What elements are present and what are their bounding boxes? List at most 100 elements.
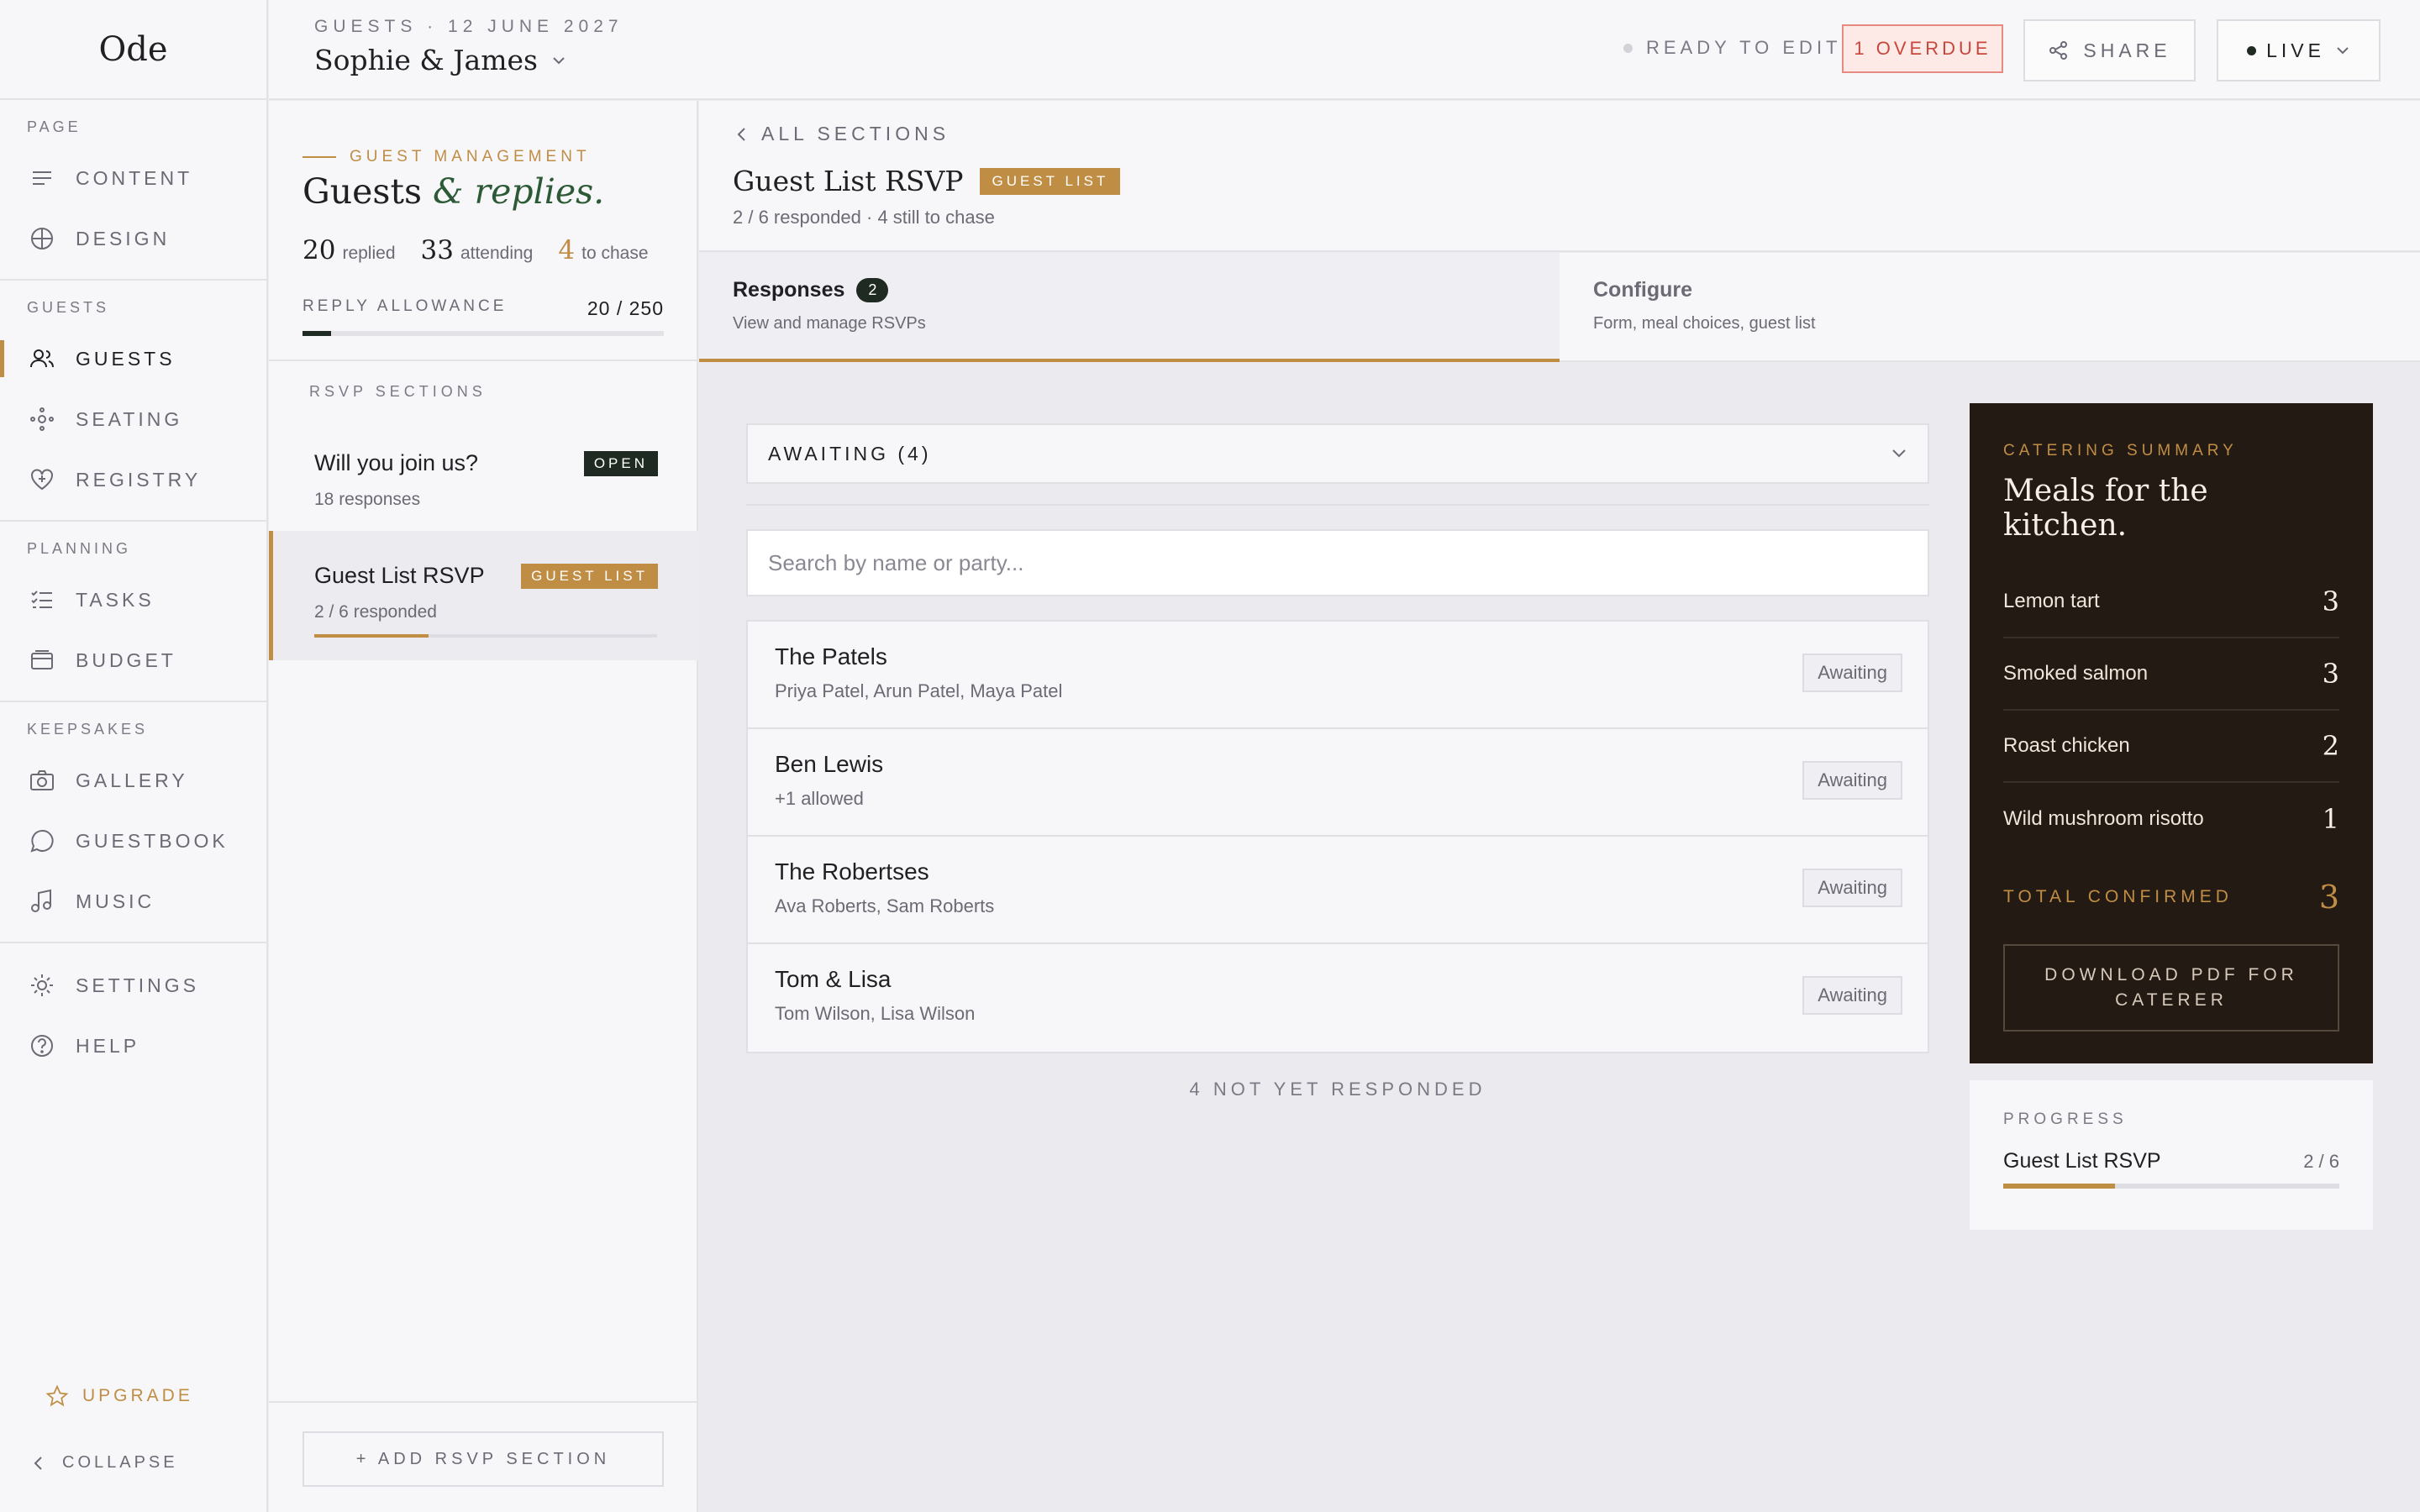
download-pdf-button[interactable]: DOWNLOAD PDF FOR CATERER (2003, 944, 2339, 1032)
tab-subtitle: View and manage RSVPs (733, 314, 926, 333)
meal-row: Lemon tart 3 (2003, 566, 2339, 638)
nav-item-music[interactable]: MUSIC (0, 871, 266, 932)
nav-item-settings[interactable]: SETTINGS (0, 955, 266, 1016)
nav-item-label: GUESTS (76, 347, 176, 370)
edit-status: READY TO EDIT (1623, 37, 1842, 59)
meal-name: Wild mushroom risotto (2003, 807, 2204, 830)
chevron-down-icon (2337, 47, 2349, 55)
app-logo[interactable]: Ode (0, 0, 266, 100)
party-members: Ava Roberts, Sam Roberts (775, 895, 995, 916)
nav-item-design[interactable]: DESIGN (0, 208, 266, 269)
share-button[interactable]: SHARE (2023, 19, 2196, 81)
sections-label: RSVP SECTIONS (309, 383, 487, 400)
nav-item-label: GUESTBOOK (76, 829, 229, 852)
party-name: The Patels (775, 643, 887, 669)
section-title-row: Guest List RSVP GUEST LIST (733, 165, 1121, 197)
globe-icon (29, 225, 55, 252)
nav-item-budget[interactable]: BUDGET (0, 630, 266, 690)
list-item[interactable]: Ben Lewis +1 allowed Awaiting (748, 729, 1928, 837)
stat-label: to chase (581, 244, 649, 263)
live-dot (2247, 45, 2257, 55)
status-badge: GUEST LIST (521, 563, 658, 589)
not-responded-count: 4 NOT YET RESPONDED (1189, 1079, 1486, 1100)
rsvp-section-item[interactable]: Will you join us? OPEN 18 responses (269, 418, 698, 548)
camera-icon (29, 767, 55, 794)
meal-name: Roast chicken (2003, 734, 2130, 757)
party-members: Priya Patel, Arun Patel, Maya Patel (775, 680, 1063, 701)
left-nav: Ode PAGE CONTENT DESIGN GUESTS GUESTS SE… (0, 0, 268, 1512)
divider (746, 504, 1929, 506)
list-item[interactable]: The Patels Priya Patel, Arun Patel, Maya… (748, 622, 1928, 729)
section-sub: 2 / 6 responded (314, 602, 437, 622)
tab-configure[interactable]: Configure Form, meal choices, guest list (1560, 253, 1849, 360)
breadcrumb: GUESTS · 12 JUNE 2027 (314, 17, 623, 36)
reply-allowance: REPLY ALLOWANCE 20 / 250 (302, 297, 664, 320)
nav-item-seating[interactable]: SEATING (0, 389, 266, 449)
nav-item-content[interactable]: CONTENT (0, 148, 266, 208)
upgrade-link[interactable]: UPGRADE (45, 1384, 193, 1408)
list-item[interactable]: The Robertses Ava Roberts, Sam Roberts A… (748, 837, 1928, 944)
search-input[interactable] (746, 529, 1929, 596)
nav-item-guests[interactable]: GUESTS (0, 328, 266, 389)
nav-item-help[interactable]: HELP (0, 1016, 266, 1076)
panel-title: Guests & replies. (302, 171, 604, 212)
tab-responses[interactable]: Responses 2 View and manage RSVPs (699, 253, 1560, 362)
stat-number: 20 (302, 235, 336, 265)
nav-item-guestbook[interactable]: GUESTBOOK (0, 811, 266, 871)
divider (269, 360, 698, 361)
panel-eyebrow: GUEST MANAGEMENT (302, 148, 591, 166)
event-switcher[interactable]: Sophie & James (314, 44, 566, 76)
total-label: TOTAL CONFIRMED (2003, 887, 2233, 906)
nav-item-tasks[interactable]: TASKS (0, 570, 266, 630)
nav-item-registry[interactable]: REGISTRY (0, 449, 266, 510)
collapse-button[interactable]: COLLAPSE (32, 1453, 178, 1473)
seating-icon (29, 406, 55, 433)
meal-row: Roast chicken 2 (2003, 711, 2339, 783)
party-members: Tom Wilson, Lisa Wilson (775, 1003, 976, 1024)
share-icon (2049, 41, 2068, 60)
progress-value: 2 / 6 (2303, 1150, 2339, 1172)
status-dot (1623, 43, 1633, 53)
panel-title-accent: & replies. (433, 171, 605, 212)
nav-item-label: SETTINGS (76, 974, 200, 996)
stat-replied: 20 replied (302, 235, 396, 265)
share-label: SHARE (2083, 39, 2171, 61)
party-name: Ben Lewis (775, 751, 884, 777)
count-badge: 2 (856, 278, 889, 302)
stat-number: 4 (558, 235, 576, 265)
reply-stats: 20 replied 33 attending 4 to chase (302, 235, 649, 265)
nav-group-keepsakes: KEEPSAKES GALLERY GUESTBOOK MUSIC (0, 702, 266, 943)
wallet-icon (29, 647, 55, 674)
overdue-badge[interactable]: 1 OVERDUE (1842, 24, 2003, 73)
list-item[interactable]: Tom & Lisa Tom Wilson, Lisa Wilson Await… (748, 944, 1928, 1052)
edit-status-label: READY TO EDIT (1646, 37, 1842, 58)
nav-group-label: KEEPSAKES (27, 721, 149, 738)
stat-to-chase: 4 to chase (558, 235, 648, 265)
nav-item-label: HELP (76, 1034, 140, 1057)
meal-count: 1 (2322, 803, 2339, 835)
status-badge: Awaiting (1802, 654, 1902, 692)
filter-value: AWAITING (4) (768, 442, 932, 465)
allowance-value: 20 / 250 (587, 297, 664, 319)
back-link[interactable]: ALL SECTIONS (736, 123, 950, 145)
status-filter-dropdown[interactable]: AWAITING (4) (746, 423, 1929, 484)
live-dropdown[interactable]: LIVE (2217, 19, 2381, 81)
event-name: Sophie & James (314, 44, 538, 76)
guest-list: The Patels Priya Patel, Arun Patel, Maya… (746, 620, 1929, 1053)
nav-group-guests: GUESTS GUESTS SEATING REGISTRY (0, 281, 266, 522)
progress-card: PROGRESS Guest List RSVP 2 / 6 (1970, 1080, 2373, 1230)
card-eyebrow: PROGRESS (2003, 1110, 2128, 1128)
progress-bar-fill (2003, 1184, 2116, 1189)
add-rsvp-section-button[interactable]: + ADD RSVP SECTION (302, 1431, 664, 1487)
status-badge: GUEST LIST (980, 167, 1121, 195)
checklist-icon (29, 586, 55, 613)
nav-item-label: CONTENT (76, 166, 193, 189)
rsvp-section-item-active[interactable]: Guest List RSVP GUEST LIST 2 / 6 respond… (269, 531, 698, 660)
nav-group-label: GUESTS (27, 299, 110, 316)
nav-item-label: DESIGN (76, 227, 171, 249)
card-title: Meals for the kitchen. (2003, 474, 2208, 543)
panel-footer: + ADD RSVP SECTION (269, 1401, 698, 1512)
meal-row: Smoked salmon 3 (2003, 638, 2339, 711)
nav-item-gallery[interactable]: GALLERY (0, 750, 266, 811)
help-icon (29, 1032, 55, 1059)
